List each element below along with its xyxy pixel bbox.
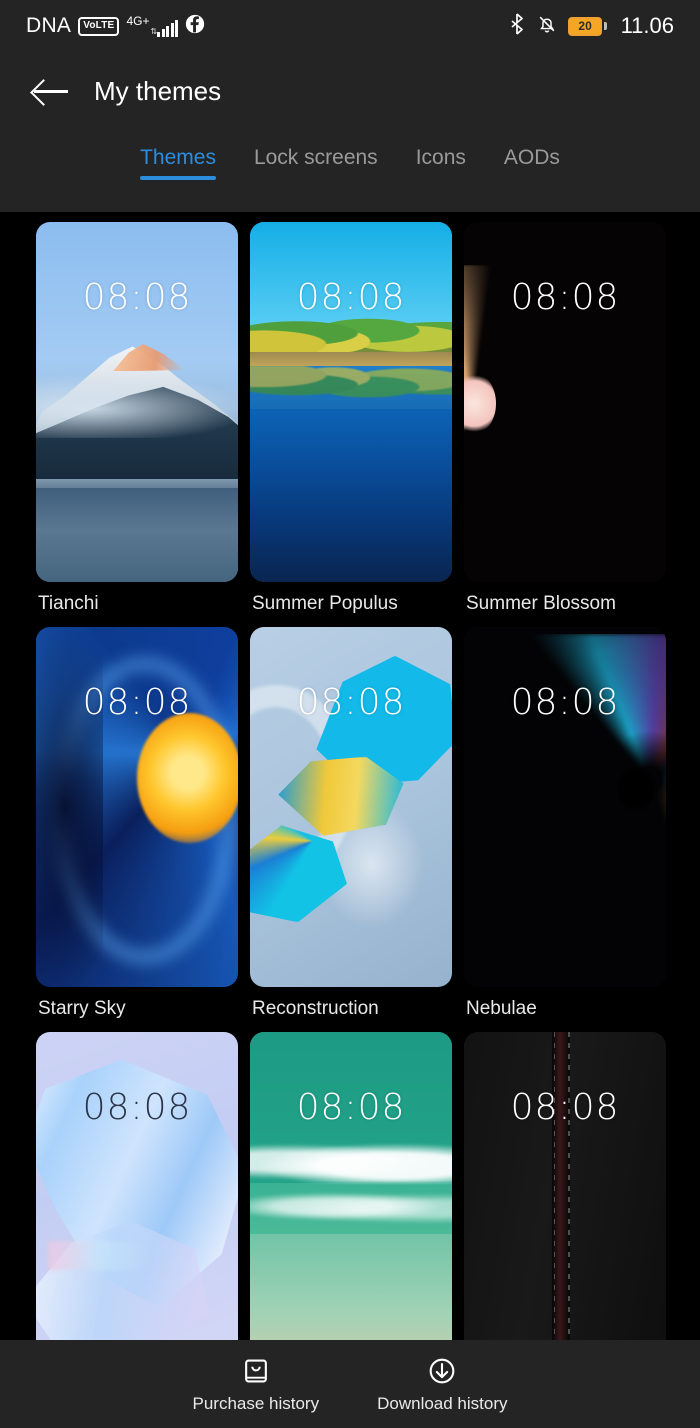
preview-clock: 08:08 [82,277,192,318]
theme-preview-image [36,222,238,582]
network-type-label: 4G+ [126,14,150,28]
theme-card-summer-blossom[interactable]: 08:08 [464,222,666,582]
preview-clock: 08:08 [510,682,620,723]
download-arrow-icon [426,1355,458,1387]
bluetooth-icon [508,12,526,40]
preview-clock: 08:08 [82,1087,192,1128]
tab-lock-screens[interactable]: Lock screens [252,142,380,184]
theme-preview-image [464,222,666,582]
theme-name-label: Nebulae [466,998,537,1019]
theme-name-label: Reconstruction [252,998,379,1019]
theme-card-silk[interactable]: 08:08 [36,1032,238,1392]
theme-card-starry-sky[interactable]: 08:08 [36,627,238,987]
theme-row: 08:08 Tianchi 08:08 Summer Populus 08:08… [36,222,670,615]
theme-name-label: Summer Populus [252,593,398,614]
theme-card-reconstruction[interactable]: 08:08 [250,627,452,987]
status-bar: DNA VoLTE 4G+ ⇅ 20 11.06 [0,0,700,52]
download-history-button[interactable]: Download history [377,1355,508,1414]
preview-clock: 08:08 [510,1087,620,1128]
theme-grid: 08:08 Tianchi 08:08 Summer Populus 08:08… [0,212,700,1428]
theme-cell: 08:08 [36,1032,238,1392]
volte-badge: VoLTE [78,16,120,36]
status-bar-clock: 11.06 [620,13,674,38]
battery-level-label: 20 [578,19,592,33]
carrier-label: DNA [26,14,72,37]
phone-screen: DNA VoLTE 4G+ ⇅ 20 11.06 My themes Theme… [0,0,700,1428]
theme-card-ocean[interactable]: 08:08 [250,1032,452,1392]
app-header: My themes [0,52,700,130]
tab-aods[interactable]: AODs [502,142,562,184]
tab-bar: Themes Lock screens Icons AODs [0,130,700,212]
theme-row: 08:08 Starry Sky 08:08 Reconstruction 08… [36,627,670,1020]
theme-preview-image [250,222,452,582]
theme-preview-image [464,1032,666,1392]
theme-name-label: Starry Sky [38,998,126,1019]
status-bar-right: 20 11.06 [508,12,674,40]
preview-clock: 08:08 [82,682,192,723]
signal-bars-icon [157,20,179,37]
download-history-label: Download history [377,1393,508,1413]
theme-card-tianchi[interactable]: 08:08 [36,222,238,582]
theme-card-nebulae[interactable]: 08:08 [464,627,666,987]
battery-icon: 20 [568,16,607,36]
network-indicator: 4G+ ⇅ [126,14,179,37]
theme-preview-image [36,1032,238,1392]
theme-cell: 08:08 Summer Blossom [464,222,666,615]
theme-cell: 08:08 [464,1032,666,1392]
theme-preview-image [250,627,452,987]
data-arrows-icon: ⇅ [150,27,157,36]
theme-cell: 08:08 Tianchi [36,222,238,615]
purchase-history-label: Purchase history [192,1393,320,1413]
theme-cell: 08:08 Nebulae [464,627,666,1020]
theme-preview-image [464,627,666,987]
theme-name-label: Tianchi [38,593,99,614]
theme-preview-image [36,627,238,987]
facebook-icon [185,14,205,39]
tab-icons[interactable]: Icons [414,142,468,184]
status-bar-left: DNA VoLTE 4G+ ⇅ [26,14,508,39]
purchase-history-button[interactable]: Purchase history [192,1355,319,1414]
theme-row: 08:08 08:08 08:08 [36,1032,670,1392]
back-arrow-icon[interactable] [34,78,68,104]
theme-cell: 08:08 Summer Populus [250,222,452,615]
bell-muted-icon [537,13,557,40]
theme-cell: 08:08 [250,1032,452,1392]
preview-clock: 08:08 [296,1087,406,1128]
theme-cell: 08:08 Reconstruction [250,627,452,1020]
shopping-bag-icon [240,1355,272,1387]
bottom-bar: Purchase history Download history [0,1340,700,1428]
page-title: My themes [94,75,222,106]
preview-clock: 08:08 [296,682,406,723]
theme-card-summer-populus[interactable]: 08:08 [250,222,452,582]
tab-themes[interactable]: Themes [138,142,218,184]
theme-cell: 08:08 Starry Sky [36,627,238,1020]
theme-preview-image [250,1032,452,1392]
theme-name-label: Summer Blossom [466,593,616,614]
theme-card-leather[interactable]: 08:08 [464,1032,666,1392]
preview-clock: 08:08 [296,277,406,318]
preview-clock: 08:08 [510,277,620,318]
